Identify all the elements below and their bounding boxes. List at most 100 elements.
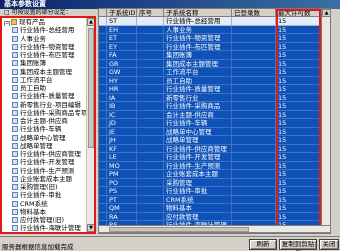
table-cell[interactable] [137,102,164,111]
table-row[interactable]: JH 战略单管理 15 [99,136,330,145]
table-cell[interactable]: 行业插件-物资管理 [164,34,232,43]
table-row[interactable]: ET 行业插件-物资管理 15 [99,34,330,43]
table-cell[interactable]: 15 [276,212,320,221]
table-cell[interactable]: EH [107,25,137,34]
table-cell[interactable] [137,178,164,187]
table-cell[interactable] [232,76,276,85]
table-cell[interactable] [137,136,164,145]
table-cell[interactable]: CRM系统 [164,195,232,204]
table-cell[interactable]: 15 [276,42,320,51]
scroll-thumb[interactable] [88,28,94,148]
subsystem-tree[interactable]: − 现有产品 行业插件-总经营用 人事业务 行业插件-物资管理 行业插件-布匹管理 集团账簿… [0,16,96,234]
tree-item[interactable]: 集团账簿 [2,59,88,67]
table-row[interactable]: PO 采购管理 15 [99,178,330,187]
tree-item[interactable]: 应付款管理(旧) [2,216,88,224]
table-row[interactable]: QM 物料基本 15 [99,204,330,213]
table-cell[interactable]: PT [107,195,137,204]
hscroll-thumb[interactable] [109,227,249,232]
table-row[interactable]: KF 行业插件-供应商管理 15 [99,144,330,153]
table-cell[interactable]: GR [107,59,137,68]
table-cell[interactable] [232,51,276,60]
table-cell[interactable]: 15 [276,102,320,111]
table-cell[interactable]: 集团成本主题管理 [164,59,232,68]
table-cell[interactable]: 15 [276,17,320,26]
tree-item[interactable]: 行业插件-供应商管理 [2,150,88,158]
table-cell[interactable] [137,59,164,68]
column-header[interactable] [99,9,107,17]
table-cell[interactable] [232,161,276,170]
table-cell[interactable] [137,195,164,204]
table-cell[interactable]: PS [107,187,137,196]
table-cell[interactable] [137,204,164,213]
table-cell[interactable]: 企业账套成本主题 [164,170,232,179]
table-cell[interactable]: 采购管理 [164,178,232,187]
table-cell[interactable] [232,195,276,204]
tree-item[interactable]: 行业插件-采购商品专项 [2,109,88,117]
table-cell[interactable] [137,51,164,60]
table-row[interactable]: HR 行业插件-质量管理 15 [99,85,330,94]
copy-to-clipboard-button[interactable]: 复制到剪贴板 [279,239,317,251]
table-cell[interactable] [137,17,164,26]
table-row[interactable]: GR 集团成本主题管理 15 [99,59,330,68]
table-cell[interactable] [232,34,276,43]
table-row[interactable]: IC 会计主题-供应商 15 [99,110,330,119]
table-cell[interactable] [232,212,276,221]
table-cell[interactable]: 战略单中心管理 [164,127,232,136]
tree-scrollbar[interactable]: ▲ ▼ [86,18,94,232]
table-cell[interactable]: 15 [276,59,320,68]
table-cell[interactable]: 行业插件-布匹管理 [164,42,232,51]
table-cell[interactable] [137,25,164,34]
tree-item[interactable]: 行业插件-开发管理 [2,158,88,166]
tree-item[interactable]: 工作流平台 [2,76,88,84]
table-cell[interactable] [137,85,164,94]
table-cell[interactable] [232,59,276,68]
table-cell[interactable]: 行业插件-审批 [164,187,232,196]
table-cell[interactable] [232,144,276,153]
table-cell[interactable] [232,127,276,136]
table-cell[interactable] [232,85,276,94]
table-cell[interactable] [232,68,276,77]
tree-item[interactable]: 行业插件-海联计管理 [2,224,88,232]
table-cell[interactable]: 15 [276,187,320,196]
table-cell[interactable] [232,153,276,162]
table-row[interactable]: EH 人事业务 15 [99,25,330,34]
tree-item[interactable]: 员工自助 [2,84,88,92]
table-cell[interactable]: 15 [276,136,320,145]
table-cell[interactable]: GW [107,68,137,77]
table-cell[interactable]: 行业插件-开发管理 [164,153,232,162]
table-cell[interactable]: 行业插件-车辆 [164,119,232,128]
column-header[interactable]: 已登录数 [232,9,276,17]
table-cell[interactable]: 15 [276,34,320,43]
table-cell[interactable]: 行业插件-质量管理 [164,85,232,94]
table-cell[interactable]: 15 [276,144,320,153]
table-cell[interactable]: 15 [276,153,320,162]
table-cell[interactable] [137,93,164,102]
tree-item[interactable]: 行业插件-物资管理 [2,43,88,51]
license-grid[interactable]: 子系统ID 序号 子系统名称 已登录数 最大许可数 ST 行业插件-总经营用 15 EH 人事业… [98,8,331,234]
table-cell[interactable] [137,127,164,136]
table-cell[interactable]: 15 [276,68,320,77]
table-row[interactable]: GW 工作流平台 15 [99,68,330,77]
tree-item[interactable]: 企业账套成本主题 [2,175,88,183]
table-row[interactable]: LE 行业插件-开发管理 15 [99,153,330,162]
table-cell[interactable] [232,25,276,34]
table-cell[interactable] [232,170,276,179]
table-cell[interactable]: HR [107,85,137,94]
table-cell[interactable] [137,68,164,77]
table-cell[interactable] [137,119,164,128]
table-cell[interactable]: 人事业务 [164,25,232,34]
table-row[interactable]: JD 行业插件-车辆 15 [99,119,330,128]
column-header[interactable]: 序号 [137,9,164,17]
table-cell[interactable] [137,212,164,221]
grid-scroll-up-button[interactable]: ▲ [322,9,330,17]
table-cell[interactable]: 工作流平台 [164,68,232,77]
table-cell[interactable]: QM [107,204,137,213]
table-cell[interactable]: RA [107,212,137,221]
table-cell[interactable]: LE [107,153,137,162]
tree-item[interactable]: 新零售行业-项目编辑 [2,101,88,109]
refresh-button[interactable]: 刷新 [249,239,277,250]
tree-item[interactable]: 行业插件-车辆 [2,125,88,133]
table-cell[interactable] [232,178,276,187]
tree-item[interactable]: 集团成本主题管理 [2,68,88,76]
tree-item[interactable]: 物料基本 [2,208,88,216]
